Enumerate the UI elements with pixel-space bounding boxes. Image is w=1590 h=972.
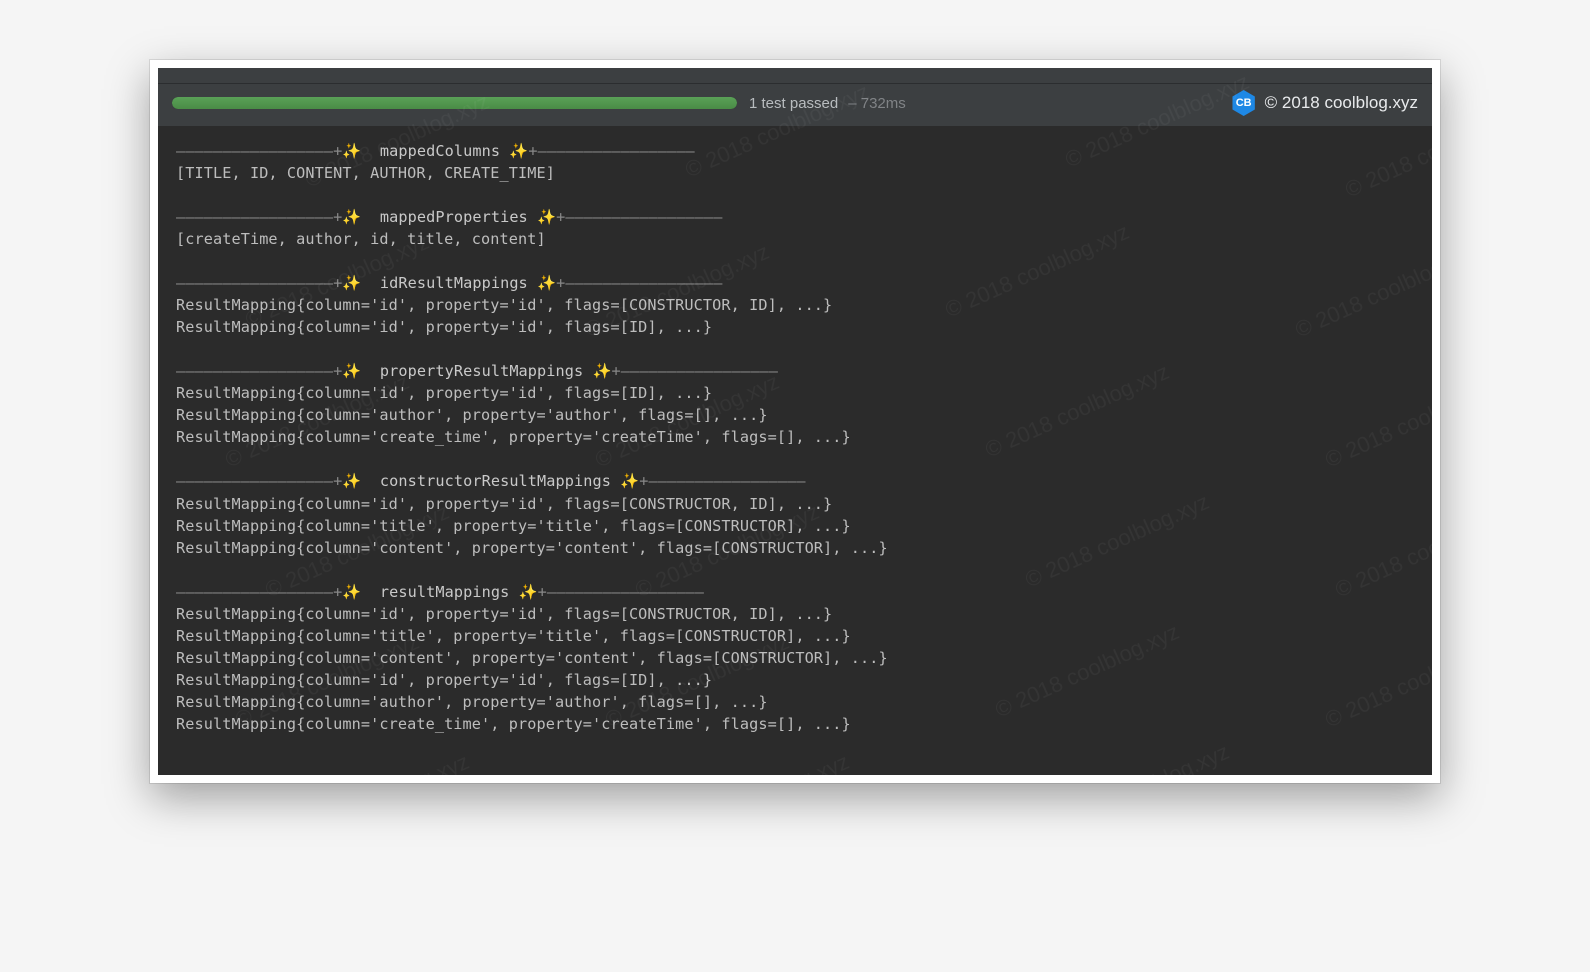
brand-badge-icon: CB bbox=[1231, 90, 1257, 116]
test-progress-bar bbox=[172, 97, 737, 109]
test-status-text: 1 test passed – 732ms bbox=[749, 95, 906, 112]
brand-watermark: CB © 2018 coolblog.xyz bbox=[1231, 90, 1418, 116]
tests-passed-label: 1 test passed bbox=[749, 95, 838, 112]
console-output[interactable]: —————————————————+✨ mappedColumns ✨+————… bbox=[158, 126, 1432, 775]
status-row: 1 test passed – 732ms CB © 2018 coolblog… bbox=[158, 84, 1432, 126]
ide-test-panel: 1 test passed – 732ms CB © 2018 coolblog… bbox=[150, 60, 1440, 783]
test-progress-fill bbox=[172, 97, 737, 109]
brand-text: © 2018 coolblog.xyz bbox=[1265, 93, 1418, 113]
test-duration-label: – 732ms bbox=[848, 95, 906, 112]
titlebar-spacer bbox=[158, 68, 1432, 84]
